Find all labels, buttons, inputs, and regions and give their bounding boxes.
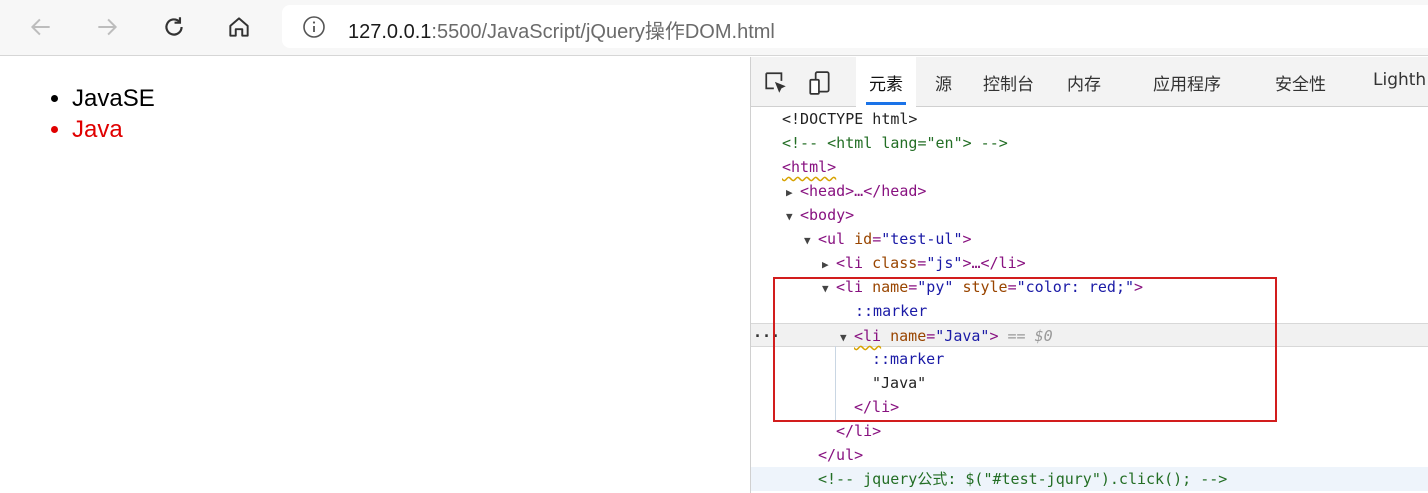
info-icon[interactable] xyxy=(302,15,326,39)
devtools-tabbar: 元素 源 控制台 内存 应用程序 安全性 Lighth xyxy=(751,57,1428,107)
list-item-javase: JavaSE xyxy=(72,83,155,114)
dom-line-marker-java[interactable]: ::marker xyxy=(751,347,1428,371)
dom-line-li-java-selected[interactable]: ··· ▼ <li name="Java"> == $0 xyxy=(751,323,1428,347)
li-collapsed-rest: >…</li> xyxy=(962,254,1026,272)
forward-button[interactable] xyxy=(88,9,126,45)
li-attr-value: "js" xyxy=(926,254,963,272)
dom-line-li-js[interactable]: ▶ <li class="js">…</li> xyxy=(751,251,1428,275)
tab-memory[interactable]: 内存 xyxy=(1067,70,1101,95)
ul-close-tag: </ul> xyxy=(818,446,864,464)
dom-tree: <!DOCTYPE html> <!-- <html lang="en"> --… xyxy=(751,107,1428,493)
arrow-left-icon xyxy=(30,18,50,36)
devtools-panel: 元素 源 控制台 内存 应用程序 安全性 Lighth <!DOCTYPE ht… xyxy=(750,57,1428,493)
ul-tag: <ul xyxy=(818,230,846,248)
dom-line-html[interactable]: <html> xyxy=(751,155,1428,179)
dom-line-li-close-outer[interactable]: </li> xyxy=(751,419,1428,443)
marker-pseudo: ::marker xyxy=(872,350,945,368)
back-button[interactable] xyxy=(22,9,60,45)
collapse-triangle-icon[interactable]: ▼ xyxy=(804,229,818,253)
home-icon xyxy=(229,17,249,37)
li-style-name: style xyxy=(962,278,1008,296)
inspect-element-icon[interactable] xyxy=(763,70,789,96)
address-host: 127.0.0.1 xyxy=(348,21,432,43)
body-tag: <body> xyxy=(800,206,855,224)
expand-triangle-icon[interactable]: ▶ xyxy=(786,181,800,205)
browser-toolbar: 127.0.0.1:5500/JavaScript/jQuery操作DOM.ht… xyxy=(0,0,1428,56)
li-close-tag: </li> xyxy=(836,422,882,440)
indent-guide xyxy=(835,346,836,420)
address-text[interactable]: 127.0.0.1:5500/JavaScript/jQuery操作DOM.ht… xyxy=(348,15,775,44)
li-tag: <li xyxy=(836,254,864,272)
dom-line-li-py[interactable]: ▼ <li name="py" style="color: red;"> xyxy=(751,275,1428,299)
dom-line-text-java[interactable]: "Java" xyxy=(751,371,1428,395)
li-attr-value: "Java" xyxy=(935,327,990,345)
tab-elements[interactable]: 元素 xyxy=(869,70,903,95)
arrow-right-icon xyxy=(98,18,118,36)
dom-line-ul[interactable]: ▼ <ul id="test-ul"> xyxy=(751,227,1428,251)
tab-console[interactable]: 控制台 xyxy=(983,70,1034,95)
dom-line-marker-py[interactable]: ::marker xyxy=(751,299,1428,323)
marker-pseudo: ::marker xyxy=(855,302,928,320)
comment-text: <!-- jquery公式: $("#test-jqury").click();… xyxy=(818,470,1228,488)
li-attr-name: class xyxy=(872,254,918,272)
tab-security[interactable]: 安全性 xyxy=(1275,70,1326,95)
tab-application[interactable]: 应用程序 xyxy=(1153,70,1221,95)
dom-line-ul-close[interactable]: </ul> xyxy=(751,443,1428,467)
active-tab-indicator xyxy=(866,102,906,105)
li-attr-value: "py" xyxy=(917,278,954,296)
dom-line-doctype[interactable]: <!DOCTYPE html> xyxy=(751,107,1428,131)
head-tag: <head>…</head> xyxy=(800,182,927,200)
reload-button[interactable] xyxy=(155,9,193,45)
li-tag: <li xyxy=(854,327,882,345)
doctype-text: <!DOCTYPE html> xyxy=(782,110,918,128)
list-item-java: Java xyxy=(72,114,155,145)
selected-node-hint: == $0 xyxy=(1007,327,1053,345)
page-viewport: JavaSE Java xyxy=(0,57,750,493)
comment-text: <!-- <html lang="en"> --> xyxy=(782,134,1008,152)
device-toolbar-icon[interactable] xyxy=(807,70,833,96)
tab-sources[interactable]: 源 xyxy=(935,70,952,95)
text-node: "Java" xyxy=(872,374,927,392)
expand-triangle-icon[interactable]: ▶ xyxy=(822,253,836,277)
ul-attr-value: "test-ul" xyxy=(881,230,963,248)
li-style-value: "color: red;" xyxy=(1016,278,1135,296)
address-bar[interactable]: 127.0.0.1:5500/JavaScript/jQuery操作DOM.ht… xyxy=(282,5,1428,48)
tab-lighthouse[interactable]: Lighth xyxy=(1373,70,1426,90)
collapse-triangle-icon[interactable]: ▼ xyxy=(822,277,836,301)
li-close-tag: </li> xyxy=(854,398,900,416)
ul-attr-name: id xyxy=(854,230,873,248)
more-options-icon[interactable]: ··· xyxy=(753,324,780,348)
address-path: :5500/JavaScript/jQuery操作DOM.html xyxy=(431,21,775,43)
reload-icon xyxy=(165,17,183,36)
dom-line-body[interactable]: ▼ <body> xyxy=(751,203,1428,227)
dom-line-comment-jquery[interactable]: <!-- jquery公式: $("#test-jqury").click();… xyxy=(751,467,1428,491)
dom-line-comment-html[interactable]: <!-- <html lang="en"> --> xyxy=(751,131,1428,155)
li-tag: <li xyxy=(836,278,864,296)
dom-line-head[interactable]: ▶ <head>…</head> xyxy=(751,179,1428,203)
li-attr-name: name xyxy=(890,327,927,345)
dom-line-li-close-inner[interactable]: </li> xyxy=(751,395,1428,419)
test-ul-list: JavaSE Java xyxy=(72,83,155,145)
html-tag: <html> xyxy=(782,158,837,176)
home-button[interactable] xyxy=(220,9,258,45)
collapse-triangle-icon[interactable]: ▼ xyxy=(786,205,800,229)
li-attr-name: name xyxy=(872,278,909,296)
